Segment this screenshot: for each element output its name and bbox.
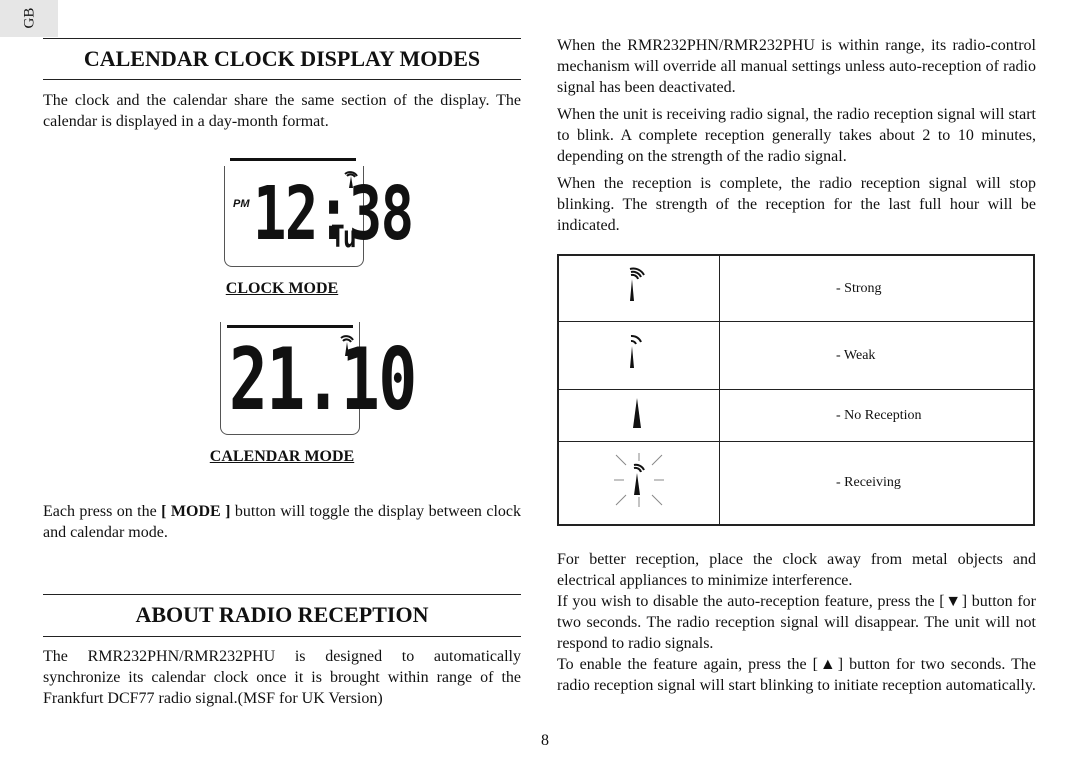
- heading-display-modes: CALENDAR CLOCK DISPLAY MODES: [83, 46, 481, 71]
- divider: [43, 79, 521, 80]
- signal-strong-icon: [629, 267, 645, 302]
- paragraph: When the reception is complete, the radi…: [557, 175, 1036, 234]
- signal-table: - Strong - Weak - No Reception - Receivi…: [557, 254, 1035, 526]
- radio-intro-text: The RMR232PHN/RMR232PHU is designed to a…: [43, 648, 521, 707]
- signal-receiving-icon: [614, 452, 664, 507]
- heading-radio-reception: ABOUT RADIO RECEPTION: [135, 602, 429, 627]
- calendar-lcd: 21.10: [220, 322, 417, 435]
- divider: [43, 38, 521, 39]
- paragraph: When the unit is receiving radio signal,…: [557, 106, 1036, 165]
- paragraph: When the RMR232PHN/RMR232PHU is within r…: [557, 37, 1036, 96]
- clock-lcd: PM 12:38 Tu: [224, 166, 414, 267]
- clock-mode-caption: CLOCK MODE: [225, 280, 339, 297]
- paragraph: If you wish to disable the auto-receptio…: [557, 593, 1036, 652]
- manual-page: GB CALENDAR CLOCK DISPLAY MODES The cloc…: [0, 0, 1080, 766]
- paragraph: For better reception, place the clock aw…: [557, 551, 1036, 589]
- paragraph: To enable the feature again, press the […: [557, 656, 1036, 694]
- calendar-mode-caption: CALENDAR MODE: [209, 448, 355, 465]
- divider: [43, 594, 521, 595]
- table-row: - Weak: [557, 320, 1035, 390]
- signal-icon: [344, 171, 358, 188]
- intro-text: The clock and the calendar share the sam…: [43, 92, 521, 130]
- table-row: - Receiving: [557, 440, 1035, 526]
- table-row: - Strong: [557, 254, 1035, 322]
- mode-text: Each press on the [ MODE ] button will t…: [43, 503, 522, 541]
- page-number: 8: [541, 732, 549, 749]
- mode-button-ref: [ MODE ]: [161, 503, 231, 520]
- signal-none-icon: [633, 398, 641, 428]
- language-tab: GB: [0, 0, 58, 37]
- table-row: - No Reception: [557, 388, 1035, 442]
- signal-icon: [340, 335, 354, 356]
- signal-weak-icon: [630, 334, 642, 368]
- divider: [43, 636, 521, 637]
